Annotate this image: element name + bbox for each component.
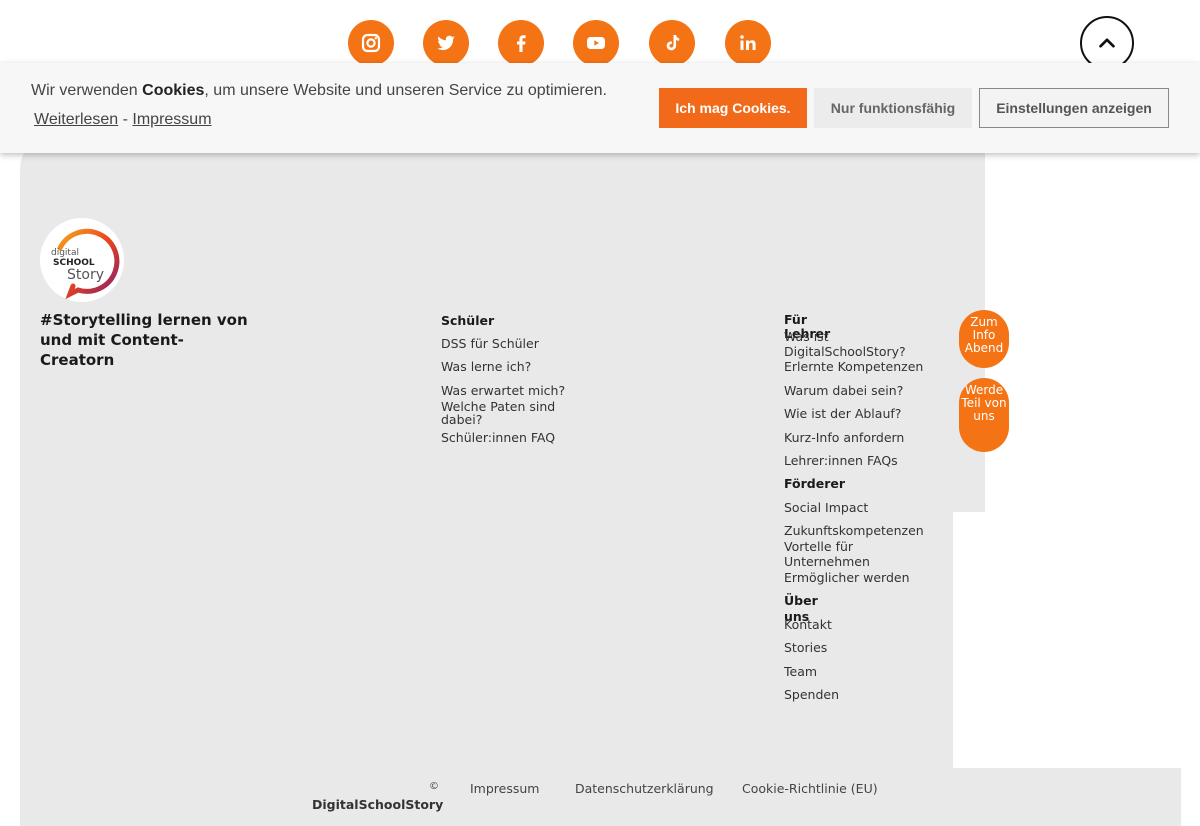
nav-link[interactable]: Stories <box>784 640 827 655</box>
nav-link[interactable]: Welche Paten sind dabei? <box>441 400 571 426</box>
footer-cookie-policy-link[interactable]: Cookie-Richtlinie (EU) <box>742 781 878 796</box>
functional-only-button[interactable]: Nur funktionsfähig <box>814 88 972 128</box>
copyright-name: DigitalSchoolStory <box>312 797 444 812</box>
nav-link[interactable]: Warum dabei sein? <box>784 383 903 398</box>
imprint-link[interactable]: Impressum <box>132 111 211 128</box>
nav-link[interactable]: Vortelle für Unternehmen <box>784 539 879 569</box>
brand-tagline: #Storytelling lernen von und mit Content… <box>40 311 248 369</box>
nav-link[interactable]: Ermöglicher werden <box>784 570 910 585</box>
nav-link[interactable]: Kurz-Info anfordern <box>784 430 904 445</box>
logo-text-story: Story <box>67 267 104 283</box>
nav-link[interactable]: Was erwartet mich? <box>441 383 565 398</box>
nav-link[interactable]: Kontakt <box>784 617 832 632</box>
nav-link[interactable]: Wie ist der Ablauf? <box>784 406 901 421</box>
tiktok-link[interactable] <box>649 20 695 66</box>
copyright-symbol: © <box>429 781 439 792</box>
linkedin-icon <box>740 35 756 50</box>
youtube-link[interactable] <box>573 20 619 66</box>
twitter-icon <box>437 35 455 51</box>
back-to-top-button[interactable] <box>1080 16 1134 70</box>
nav-link[interactable]: Was ist DigitalSchoolStory? <box>784 329 934 359</box>
footer-bottom-bar <box>20 768 1181 826</box>
instagram-link[interactable] <box>348 20 394 66</box>
nav-link[interactable]: Zukunftskompetenzen <box>784 523 924 538</box>
logo-text-digital: digital <box>51 248 79 258</box>
footer-privacy-link[interactable]: Datenschutzerklärung <box>575 781 714 796</box>
site-logo[interactable]: digital SCHOOL Story <box>40 218 124 302</box>
nav-link[interactable]: Spenden <box>784 687 839 702</box>
linkedin-link[interactable] <box>725 20 771 66</box>
nav-link[interactable]: Team <box>784 664 817 679</box>
show-settings-button[interactable]: Einstellungen anzeigen <box>979 88 1169 128</box>
twitter-link[interactable] <box>423 20 469 66</box>
nav-link[interactable]: Social Impact <box>784 500 868 515</box>
nav-link[interactable]: Erlernte Kompetenzen <box>784 359 923 374</box>
youtube-icon <box>587 37 605 49</box>
nav-link[interactable]: DSS für Schüler <box>441 336 539 351</box>
cookie-links: Weiterlesen - Impressum <box>34 111 212 129</box>
nav-link[interactable]: Schüler:innen FAQ <box>441 430 555 445</box>
link-separator: - <box>118 111 133 128</box>
nav-heading-students: Schüler <box>441 313 495 328</box>
chevron-up-icon <box>1099 38 1115 48</box>
info-evening-button[interactable]: Zum Info Abend <box>959 310 1009 368</box>
facebook-link[interactable] <box>498 20 544 66</box>
nav-link[interactable]: Lehrer:innen FAQs <box>784 453 898 468</box>
footer-imprint-link[interactable]: Impressum <box>470 781 539 796</box>
facebook-icon <box>517 35 526 52</box>
cookie-keyword: Cookies <box>142 82 205 99</box>
instagram-icon <box>361 33 381 53</box>
nav-link[interactable]: Was lerne ich? <box>441 359 531 374</box>
cookie-banner: Wir verwenden Cookies, um unsere Website… <box>0 63 1200 153</box>
accept-cookies-button[interactable]: Ich mag Cookies. <box>659 88 807 128</box>
cookie-message: Wir verwenden Cookies, um unsere Website… <box>31 82 607 99</box>
tiktok-icon <box>666 35 680 51</box>
read-more-link[interactable]: Weiterlesen <box>34 111 118 128</box>
nav-heading-sponsors: Förderer <box>784 476 846 491</box>
join-us-button[interactable]: Werde Teil von uns <box>959 378 1009 452</box>
